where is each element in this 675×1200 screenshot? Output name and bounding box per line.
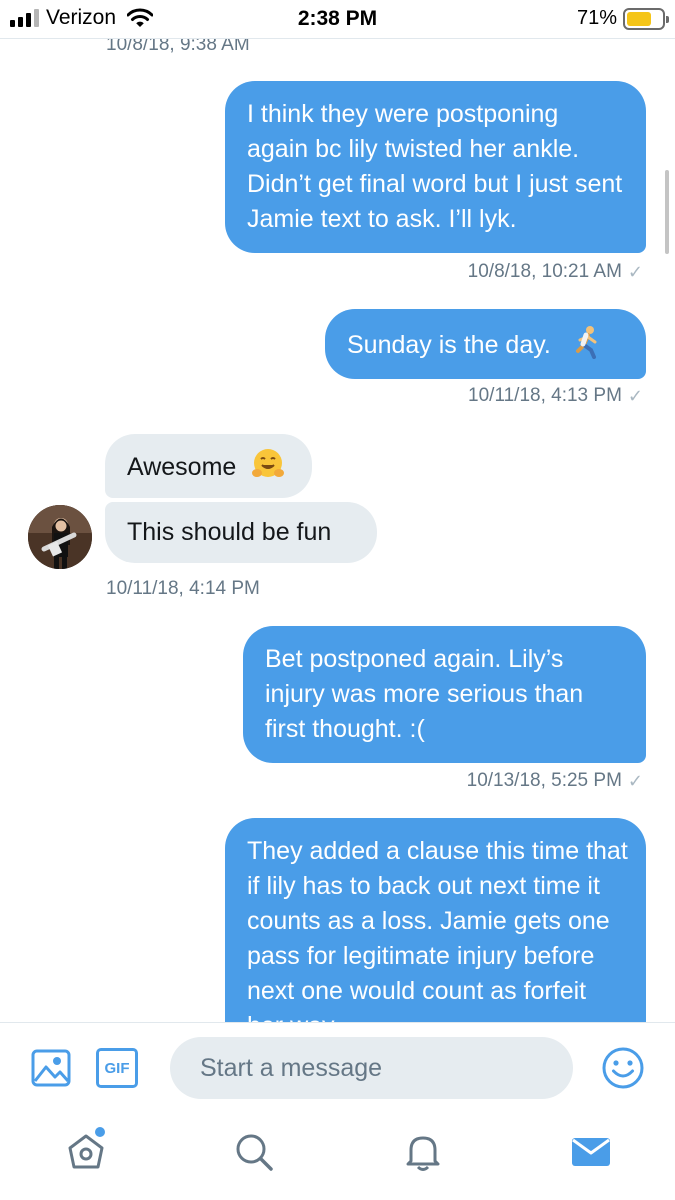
message-input[interactable]	[170, 1037, 573, 1099]
hugging-face-emoji-icon	[252, 449, 285, 477]
message-text: I think they were postponing again bc li…	[247, 100, 623, 233]
sent-message-bubble[interactable]: They added a clause this time that if li…	[225, 818, 646, 1022]
sent-message-bubble[interactable]: Sunday is the day.	[325, 309, 646, 379]
message-text: Awesome	[127, 453, 237, 481]
conversation-thread[interactable]: 10/8/18, 9:38 AM I think they were postp…	[0, 38, 675, 1022]
unread-indicator	[95, 1127, 105, 1137]
message-timestamp: 10/8/18, 9:38 AM	[106, 38, 250, 55]
search-icon	[236, 1134, 273, 1171]
photo-icon	[31, 1049, 71, 1087]
home-icon	[68, 1134, 104, 1169]
message-composer: GIF	[0, 1022, 675, 1114]
photo-button[interactable]	[30, 1047, 72, 1089]
sent-message-bubble[interactable]: Bet postponed again. Lily’s injury was m…	[243, 626, 646, 763]
smiley-icon	[602, 1047, 644, 1089]
battery-level-fill	[627, 11, 652, 26]
runner-emoji-icon	[575, 326, 597, 359]
battery-icon	[623, 7, 669, 30]
message-timestamp: 10/13/18, 5:25 PM ✓	[467, 770, 643, 792]
check-icon: ✓	[627, 770, 643, 791]
status-bar: Verizon 2:38 PM 71%	[0, 0, 675, 38]
timestamp-text: 10/13/18, 5:25 PM	[466, 770, 622, 791]
message-timestamp: 10/8/18, 10:21 AM ✓	[468, 261, 643, 283]
bell-icon	[406, 1136, 440, 1171]
message-text: Sunday is the day.	[347, 331, 551, 359]
check-icon: ✓	[627, 261, 643, 282]
received-message-bubble[interactable]: This should be fun	[105, 502, 377, 563]
tab-notifications[interactable]	[401, 1130, 445, 1174]
message-timestamp: 10/11/18, 4:13 PM ✓	[468, 385, 643, 407]
gif-button[interactable]: GIF	[96, 1048, 138, 1088]
emoji-button[interactable]	[601, 1046, 645, 1090]
timestamp-text: 10/8/18, 10:21 AM	[467, 261, 622, 282]
gif-label: GIF	[104, 1059, 130, 1077]
message-text: They added a clause this time that if li…	[247, 837, 628, 1022]
tab-search[interactable]	[232, 1130, 276, 1174]
scrollbar[interactable]	[665, 170, 669, 254]
received-message-bubble[interactable]: Awesome	[105, 434, 312, 498]
battery-percentage: 71%	[576, 7, 617, 29]
tab-messages[interactable]	[569, 1130, 613, 1174]
avatar[interactable]	[28, 505, 92, 569]
check-icon: ✓	[627, 385, 643, 406]
message-text: Bet postponed again. Lily’s injury was m…	[265, 645, 584, 743]
profile-photo	[28, 505, 92, 569]
mail-icon	[572, 1138, 610, 1166]
status-time: 2:38 PM	[297, 7, 378, 30]
sent-message-bubble[interactable]: I think they were postponing again bc li…	[225, 81, 646, 253]
tab-bar	[0, 1114, 675, 1200]
message-timestamp: 10/11/18, 4:14 PM	[106, 578, 260, 599]
message-text: This should be fun	[127, 518, 332, 546]
status-right: 71%	[576, 7, 669, 30]
timestamp-text: 10/11/18, 4:13 PM	[468, 385, 622, 406]
